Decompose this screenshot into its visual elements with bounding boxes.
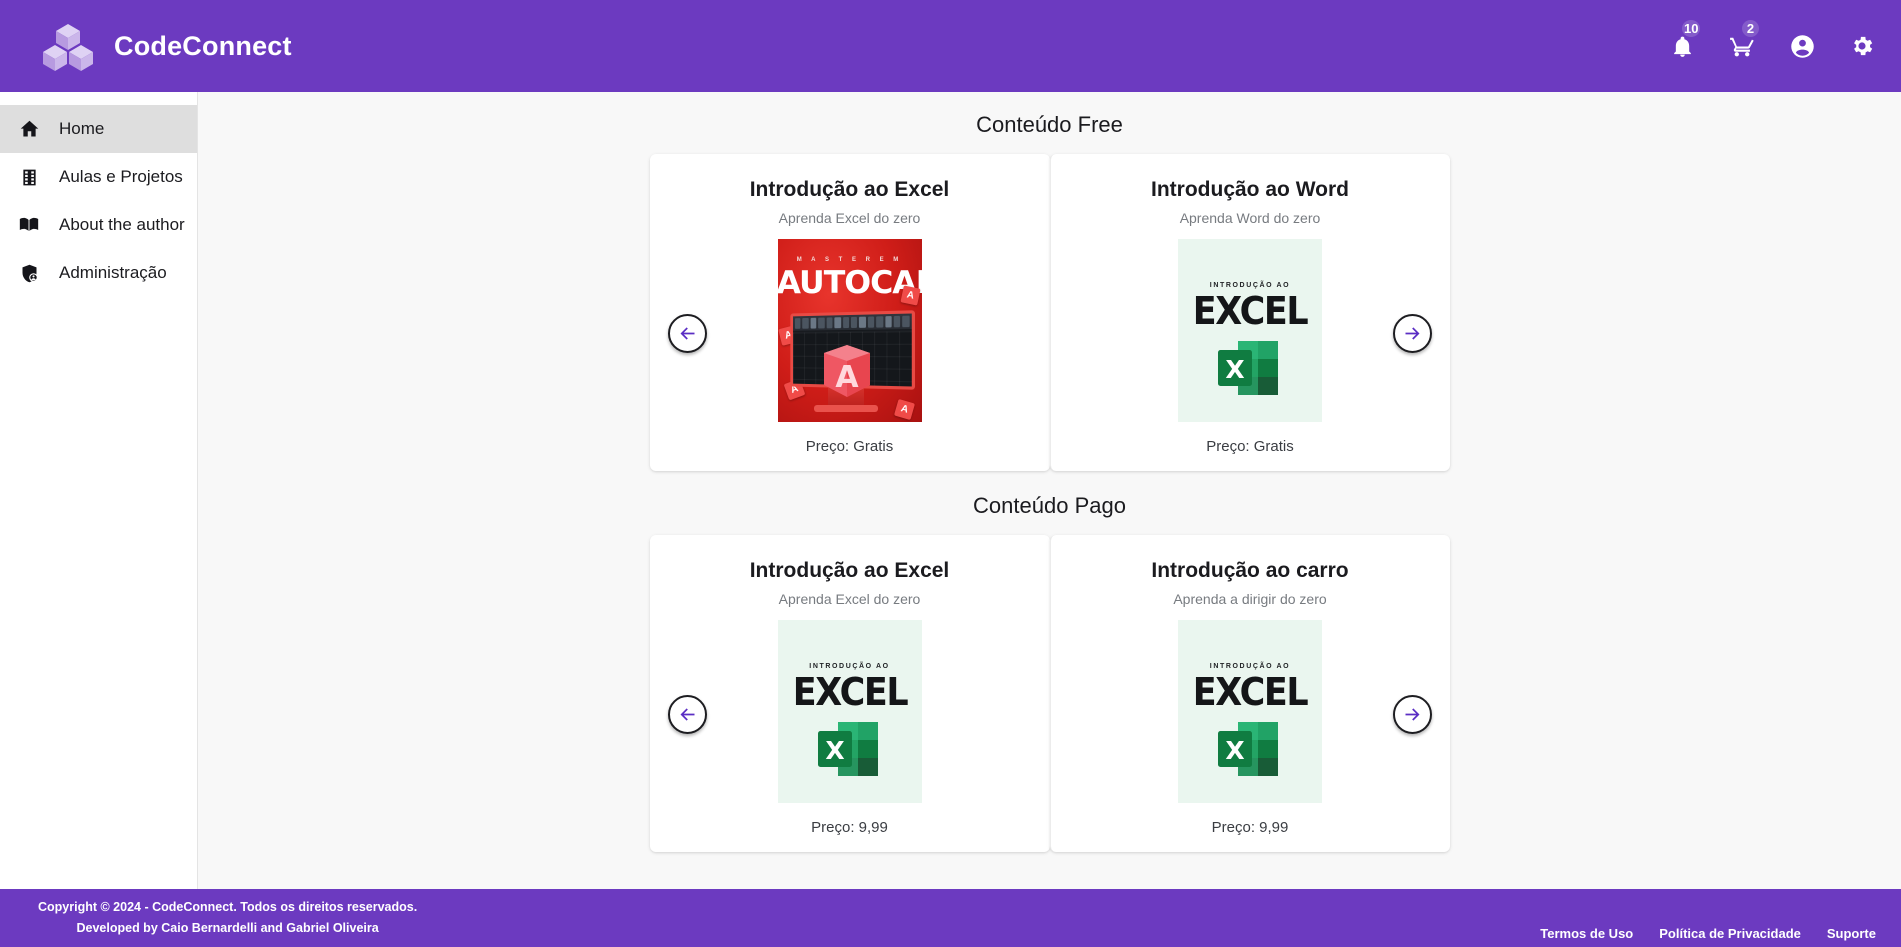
sidebar-nav: Home Aulas e Projetos About the author A… <box>0 92 198 889</box>
excel-logo-icon: X <box>1218 722 1278 776</box>
sidebar-item-label: Administração <box>59 263 167 282</box>
course-card[interactable]: Introdução ao Excel Aprenda Excel do zer… <box>649 535 1050 852</box>
notifications-bell-icon <box>1673 36 1691 57</box>
footer-link-privacy[interactable]: Política de Privacidade <box>1659 926 1801 941</box>
poster-kicker: INTRODUÇÃO AO <box>1209 282 1291 289</box>
course-title: Introdução ao Excel <box>749 178 950 201</box>
excel-course-poster: INTRODUÇÃO AO EXCEL X <box>777 620 922 803</box>
footer-link-support[interactable]: Suporte <box>1827 926 1876 941</box>
settings-button[interactable] <box>1845 29 1879 63</box>
autocad-course-poster: M A S T E R E M AUTOCAD A A A A <box>777 239 922 422</box>
excel-logo-icon: X <box>1218 341 1278 395</box>
poster-kicker: INTRODUÇÃO AO <box>809 663 890 670</box>
excel-course-poster: INTRODUÇÃO AO EXCEL X <box>1178 239 1322 422</box>
sidebar-item-home[interactable]: Home <box>0 105 197 153</box>
course-title: Introdução ao Word <box>1151 178 1349 201</box>
sidebar-item-label: Aulas e Projetos <box>59 167 183 186</box>
course-subtitle: Aprenda Excel do zero <box>778 591 921 607</box>
poster-kicker: INTRODUÇÃO AO <box>1209 663 1291 670</box>
autocad-chip-icon: A <box>899 285 921 306</box>
autocad-chip-icon: A <box>893 398 915 421</box>
course-card[interactable]: Introdução ao carro Aprenda a dirigir do… <box>1049 535 1450 852</box>
footer-text-block: Copyright © 2024 - CodeConnect. Todos os… <box>8 897 417 938</box>
body-row: Home Aulas e Projetos About the author A… <box>0 92 1901 889</box>
sidebar-item-aulas-e-projetos[interactable]: Aulas e Projetos <box>0 153 197 201</box>
excel-logo-icon: X <box>817 722 878 776</box>
topbar-actions: 10 2 <box>1665 20 1879 63</box>
arrow-left-icon <box>680 327 694 340</box>
course-title: Introdução ao Excel <box>749 559 950 582</box>
course-subtitle: Aprenda Excel do zero <box>778 210 921 226</box>
svg-text:X: X <box>1225 355 1244 384</box>
autocad-a-cube-icon: A <box>823 345 870 397</box>
footer-copyright: Copyright © 2024 - CodeConnect. Todos os… <box>38 900 418 915</box>
course-price: Preço: Gratis <box>805 438 894 455</box>
carousel-next-button[interactable] <box>1392 695 1432 734</box>
main-content: Conteúdo Free Introdução ao Excel Aprend… <box>198 92 1901 889</box>
arrow-right-icon <box>1405 708 1419 721</box>
account-button[interactable] <box>1785 29 1819 63</box>
home-icon <box>16 116 42 142</box>
footer-developed-by: Developed by Caio Bernardelli and Gabrie… <box>76 921 379 935</box>
svg-text:X: X <box>825 736 844 765</box>
film-strip-icon <box>16 164 42 190</box>
arrow-left-icon <box>680 708 694 721</box>
cart-badge: 2 <box>1742 20 1759 37</box>
top-app-bar: CodeConnect 10 2 <box>0 0 1901 92</box>
poster-headline: EXCEL <box>1192 670 1309 714</box>
sidebar-item-label: About the author <box>59 215 185 234</box>
svg-text:X: X <box>1225 736 1244 765</box>
arrow-right-icon <box>1405 327 1419 340</box>
course-card[interactable]: Introdução ao Word Aprenda Word do zero … <box>1049 154 1450 471</box>
carousel-prev-button[interactable] <box>667 314 707 353</box>
app-root: CodeConnect 10 2 Home Aulas e Projetos A… <box>0 0 1901 947</box>
sidebar-item-administracao[interactable]: Administração <box>0 249 197 297</box>
page-footer: Copyright © 2024 - CodeConnect. Todos os… <box>0 889 1901 947</box>
cart-button[interactable]: 2 <box>1725 20 1759 63</box>
poster-headline: EXCEL <box>792 670 908 714</box>
footer-links: Termos de Uso Política de Privacidade Su… <box>1540 926 1876 947</box>
course-title: Introdução ao carro <box>1151 559 1349 582</box>
sidebar-item-about-the-author[interactable]: About the author <box>0 201 197 249</box>
carousel-free: Introdução ao Excel Aprenda Excel do zer… <box>198 154 1901 471</box>
sidebar-item-label: Home <box>59 119 105 138</box>
course-subtitle: Aprenda a dirigir do zero <box>1173 591 1327 607</box>
course-subtitle: Aprenda Word do zero <box>1179 210 1321 226</box>
open-book-icon <box>16 212 42 238</box>
gear-settings-icon <box>1854 36 1873 56</box>
brand-block[interactable]: CodeConnect <box>40 18 292 74</box>
course-price: Preço: 9,99 <box>811 819 888 836</box>
shield-admin-icon <box>16 260 42 286</box>
cubes-logo-icon <box>40 18 96 74</box>
carousel-pago: Introdução ao Excel Aprenda Excel do zer… <box>198 535 1901 852</box>
section-title-pago: Conteúdo Pago <box>973 493 1126 518</box>
course-price: Preço: Gratis <box>1206 438 1294 455</box>
carousel-prev-button[interactable] <box>667 695 707 734</box>
section-title-free: Conteúdo Free <box>976 112 1123 137</box>
notifications-button[interactable]: 10 <box>1665 20 1701 63</box>
excel-course-poster: INTRODUÇÃO AO EXCEL X <box>1178 620 1322 803</box>
account-circle-icon <box>1790 34 1814 58</box>
svg-text:A: A <box>835 360 859 395</box>
footer-link-terms[interactable]: Termos de Uso <box>1540 926 1633 941</box>
course-price: Preço: 9,99 <box>1211 819 1289 836</box>
poster-headline: AUTOCAD <box>777 265 922 301</box>
poster-headline: EXCEL <box>1192 289 1309 333</box>
poster-kicker: M A S T E R E M <box>796 257 903 263</box>
notifications-badge: 10 <box>1682 20 1701 37</box>
carousel-next-button[interactable] <box>1392 314 1432 353</box>
course-card[interactable]: Introdução ao Excel Aprenda Excel do zer… <box>649 154 1050 471</box>
brand-name: CodeConnect <box>114 30 292 61</box>
